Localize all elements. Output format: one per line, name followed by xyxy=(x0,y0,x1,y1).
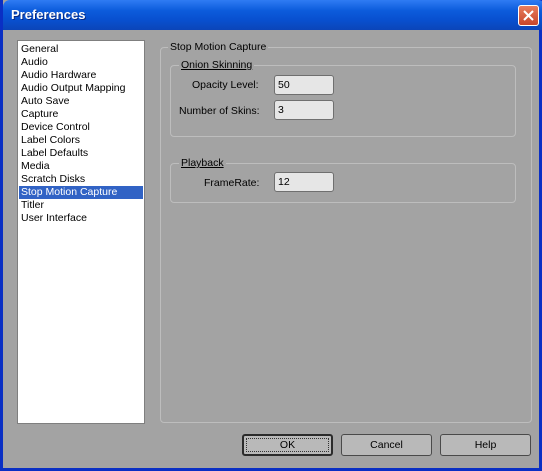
category-label-colors[interactable]: Label Colors xyxy=(19,134,143,147)
category-titler[interactable]: Titler xyxy=(19,199,143,212)
help-label: Help xyxy=(474,439,497,451)
window-title: Preferences xyxy=(11,7,86,22)
cancel-label: Cancel xyxy=(370,439,403,451)
cancel-button[interactable]: Cancel xyxy=(341,434,432,456)
category-stop-motion-capture[interactable]: Stop Motion Capture xyxy=(19,186,143,199)
number-of-skins-input[interactable]: 3 xyxy=(274,100,334,120)
panel-title: Stop Motion Capture xyxy=(168,41,269,53)
framerate-label: FrameRate: xyxy=(204,177,260,189)
number-of-skins-label: Number of Skins: xyxy=(179,105,260,117)
category-capture[interactable]: Capture xyxy=(19,108,143,121)
category-device-control[interactable]: Device Control xyxy=(19,121,143,134)
category-audio-hardware[interactable]: Audio Hardware xyxy=(19,69,143,82)
help-button[interactable]: Help xyxy=(440,434,531,456)
category-audio-output-mapping[interactable]: Audio Output Mapping xyxy=(19,82,143,95)
onion-skinning-group xyxy=(170,65,516,137)
category-general[interactable]: General xyxy=(19,43,143,56)
category-label-defaults[interactable]: Label Defaults xyxy=(19,147,143,160)
framerate-input[interactable]: 12 xyxy=(274,172,334,192)
category-audio[interactable]: Audio xyxy=(19,56,143,69)
close-button[interactable] xyxy=(518,5,539,26)
preferences-category-list[interactable]: General Audio Audio Hardware Audio Outpu… xyxy=(17,40,145,424)
focus-rect xyxy=(246,438,329,452)
close-icon xyxy=(523,10,534,21)
category-auto-save[interactable]: Auto Save xyxy=(19,95,143,108)
playback-title: Playback xyxy=(179,157,226,169)
ok-button[interactable]: OK xyxy=(242,434,333,456)
onion-skinning-title: Onion Skinning xyxy=(179,59,255,71)
category-user-interface[interactable]: User Interface xyxy=(19,212,143,225)
category-media[interactable]: Media xyxy=(19,160,143,173)
opacity-level-label: Opacity Level: xyxy=(192,79,259,91)
title-bar[interactable]: Preferences xyxy=(3,0,542,30)
preferences-dialog: Preferences General Audio Audio Hardware… xyxy=(0,0,542,471)
category-scratch-disks[interactable]: Scratch Disks xyxy=(19,173,143,186)
opacity-level-input[interactable]: 50 xyxy=(274,75,334,95)
